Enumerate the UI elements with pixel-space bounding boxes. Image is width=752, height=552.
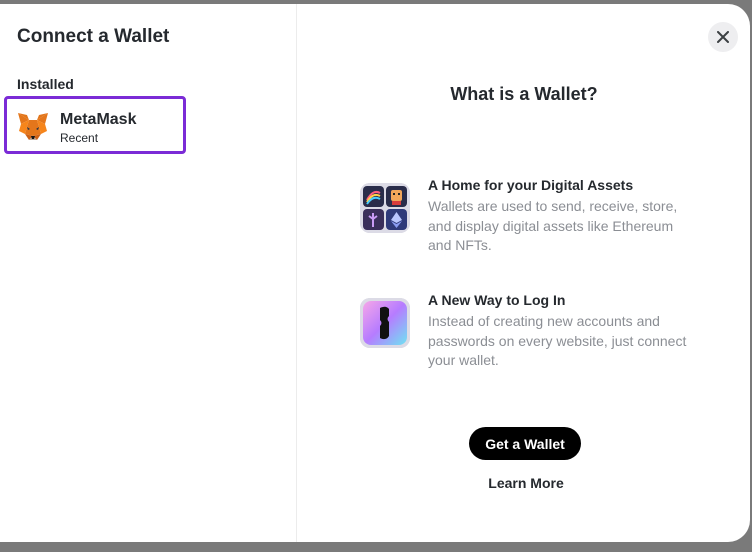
wallet-list-panel: Connect a Wallet Installed MetaMask Rece… [0,4,297,542]
wallet-name: MetaMask [60,111,137,128]
feature-new-login: A New Way to Log In Instead of creating … [360,292,700,368]
feature-description: Instead of creating new accounts and pas… [428,313,687,368]
close-icon [717,31,729,43]
metamask-fox-icon [18,113,48,140]
close-button[interactable] [708,22,738,52]
feature-description: Wallets are used to send, receive, store… [428,198,678,253]
feature-title: A New Way to Log In [428,292,566,308]
connect-wallet-modal: Connect a Wallet Installed MetaMask Rece… [0,4,750,542]
wallet-subtitle: Recent [60,131,99,145]
installed-group-label: Installed [17,76,74,92]
login-key-icon [360,298,410,348]
digital-assets-icon [360,183,410,233]
learn-more-link[interactable]: Learn More [297,475,750,491]
feature-digital-assets: A Home for your Digital Assets Wallets a… [360,177,700,253]
get-a-wallet-button[interactable]: Get a Wallet [469,427,581,460]
wallet-option-metamask[interactable]: MetaMask Recent [4,96,186,154]
feature-title: A Home for your Digital Assets [428,177,634,193]
modal-title: Connect a Wallet [17,26,170,47]
what-is-wallet-heading: What is a Wallet? [450,84,598,104]
